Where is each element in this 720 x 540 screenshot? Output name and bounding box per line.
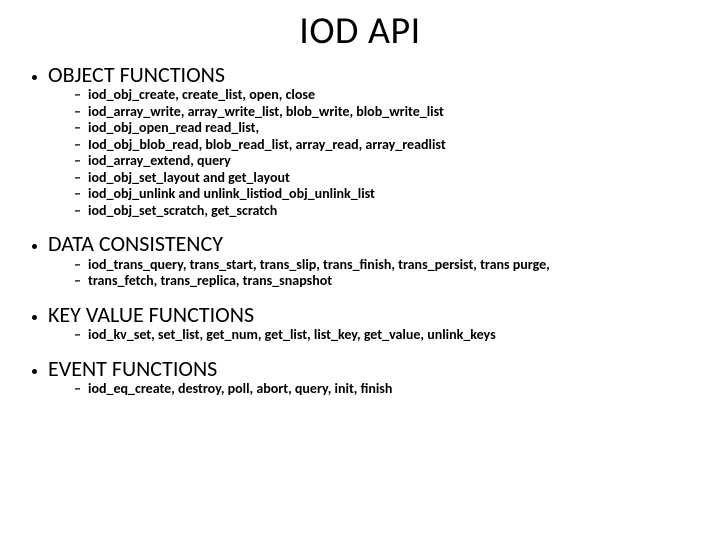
list-item: iod_obj_create, create_list, open, close bbox=[74, 87, 700, 104]
slide: IOD API OBJECT FUNCTIONS iod_obj_create,… bbox=[0, 0, 720, 540]
section-items: iod_eq_create, destroy, poll, abort, que… bbox=[48, 381, 700, 398]
list-item: iod_trans_query, trans_start, trans_slip… bbox=[74, 257, 700, 274]
section-items: iod_trans_query, trans_start, trans_slip… bbox=[48, 257, 700, 290]
list-item: iod_array_write, array_write_list, blob_… bbox=[74, 104, 700, 121]
section-items: iod_obj_create, create_list, open, close… bbox=[48, 87, 700, 219]
list-item: iod_eq_create, destroy, poll, abort, que… bbox=[74, 381, 700, 398]
list-item: iod_array_extend, query bbox=[74, 153, 700, 170]
section-heading: OBJECT FUNCTIONS bbox=[48, 61, 225, 88]
page-title: IOD API bbox=[20, 8, 700, 54]
section-items: iod_kv_set, set_list, get_num, get_list,… bbox=[48, 327, 700, 344]
list-item: iod_obj_open_read read_list, bbox=[74, 120, 700, 137]
list-item: iod_kv_set, set_list, get_num, get_list,… bbox=[74, 327, 700, 344]
section-heading: DATA CONSISTENCY bbox=[48, 230, 223, 257]
section-heading: EVENT FUNCTIONS bbox=[48, 355, 217, 382]
section-object-functions: OBJECT FUNCTIONS iod_obj_create, create_… bbox=[48, 62, 700, 219]
list-item: iod_obj_set_scratch, get_scratch bbox=[74, 203, 700, 220]
section-data-consistency: DATA CONSISTENCY iod_trans_query, trans_… bbox=[48, 231, 700, 289]
sections-list: OBJECT FUNCTIONS iod_obj_create, create_… bbox=[20, 62, 700, 397]
section-event-functions: EVENT FUNCTIONS iod_eq_create, destroy, … bbox=[48, 356, 700, 398]
section-key-value-functions: KEY VALUE FUNCTIONS iod_kv_set, set_list… bbox=[48, 302, 700, 344]
list-item: Iod_obj_blob_read, blob_read_list, array… bbox=[74, 137, 700, 154]
list-item: iod_obj_unlink and unlink_listiod_obj_un… bbox=[74, 186, 700, 203]
list-item: iod_obj_set_layout and get_layout bbox=[74, 170, 700, 187]
section-heading: KEY VALUE FUNCTIONS bbox=[48, 301, 254, 328]
list-item: trans_fetch, trans_replica, trans_snapsh… bbox=[74, 273, 700, 290]
